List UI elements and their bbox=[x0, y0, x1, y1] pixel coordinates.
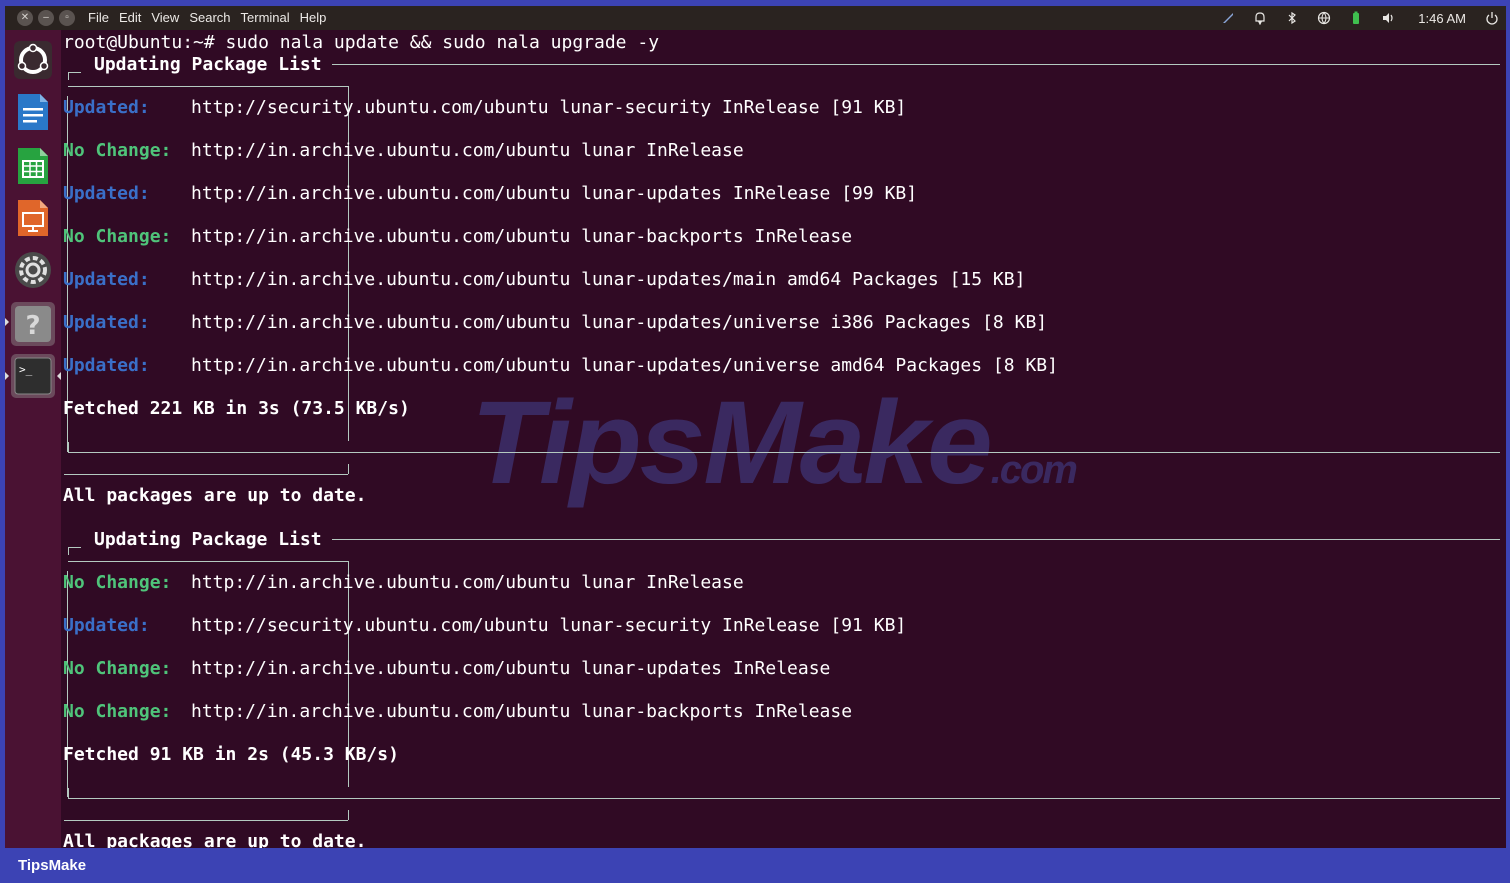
menu-bar: File Edit View Search Terminal Help bbox=[88, 10, 336, 25]
bell-icon[interactable] bbox=[1250, 10, 1270, 26]
fetched-summary: Fetched 91 KB in 2s (45.3 KB/s) bbox=[63, 744, 399, 765]
box-border bbox=[64, 820, 348, 821]
box-border bbox=[68, 86, 348, 87]
close-window-button[interactable]: ✕ bbox=[17, 10, 33, 26]
menu-view[interactable]: View bbox=[151, 10, 179, 25]
box-border bbox=[68, 72, 81, 73]
help-icon[interactable]: ? bbox=[11, 302, 55, 346]
repo-url: http://security.ubuntu.com/ubuntu lunar-… bbox=[191, 97, 907, 118]
status-label: No Change: bbox=[63, 658, 172, 679]
repo-url: http://in.archive.ubuntu.com/ubuntu luna… bbox=[191, 658, 831, 679]
power-icon[interactable] bbox=[1482, 10, 1502, 26]
box-border bbox=[68, 452, 1500, 453]
help-running-indicator bbox=[5, 318, 9, 326]
frame-right bbox=[1506, 0, 1510, 848]
status-label: Updated: bbox=[63, 355, 150, 376]
box-border bbox=[68, 798, 1500, 799]
svg-text:?: ? bbox=[25, 311, 40, 341]
system-tray: 1:46 AM bbox=[1206, 6, 1506, 30]
ubuntu-logo-icon[interactable] bbox=[11, 38, 55, 82]
repo-url: http://in.archive.ubuntu.com/ubuntu luna… bbox=[191, 572, 744, 593]
status-label: No Change: bbox=[63, 572, 172, 593]
menu-file[interactable]: File bbox=[88, 10, 109, 25]
section-title: Updating Package List bbox=[94, 529, 322, 550]
box-border bbox=[68, 72, 69, 80]
repo-url: http://in.archive.ubuntu.com/ubuntu luna… bbox=[191, 183, 918, 204]
status-label: No Change: bbox=[63, 226, 172, 247]
box-divider bbox=[348, 810, 349, 820]
box-border bbox=[68, 547, 81, 548]
box-border bbox=[332, 539, 1500, 540]
box-divider bbox=[348, 464, 349, 474]
repo-url: http://in.archive.ubuntu.com/ubuntu luna… bbox=[191, 269, 1026, 290]
repo-url: http://in.archive.ubuntu.com/ubuntu luna… bbox=[191, 312, 1048, 333]
terminal-running-indicator bbox=[5, 372, 9, 380]
section-title: Updating Package List bbox=[94, 54, 322, 75]
bluetooth-icon[interactable] bbox=[1282, 10, 1302, 26]
box-border bbox=[64, 474, 348, 475]
impress-icon[interactable] bbox=[11, 196, 55, 240]
menu-terminal[interactable]: Terminal bbox=[241, 10, 290, 25]
clock[interactable]: 1:46 AM bbox=[1418, 11, 1466, 26]
terminal-window[interactable]: TipsMake.com root@Ubuntu:~# sudo nala up… bbox=[61, 30, 1506, 848]
status-label: Updated: bbox=[63, 269, 150, 290]
minimize-window-button[interactable]: – bbox=[38, 10, 54, 26]
repo-url: http://in.archive.ubuntu.com/ubuntu luna… bbox=[191, 140, 744, 161]
volume-icon[interactable] bbox=[1378, 10, 1398, 26]
status-label: No Change: bbox=[63, 140, 172, 161]
status-label: Updated: bbox=[63, 183, 150, 204]
battery-icon[interactable] bbox=[1346, 10, 1366, 26]
fetched-summary: Fetched 221 KB in 3s (73.5 KB/s) bbox=[63, 398, 410, 419]
box-border bbox=[68, 547, 69, 555]
repo-url: http://in.archive.ubuntu.com/ubuntu luna… bbox=[191, 226, 853, 247]
status-label: No Change: bbox=[63, 701, 172, 722]
calc-icon[interactable] bbox=[11, 144, 55, 188]
menu-search[interactable]: Search bbox=[189, 10, 230, 25]
status-label: Updated: bbox=[63, 615, 150, 636]
writer-icon[interactable] bbox=[11, 90, 55, 134]
status-label: Updated: bbox=[63, 97, 150, 118]
svg-text:>_: >_ bbox=[19, 363, 33, 376]
footer-bar: TipsMake bbox=[0, 848, 1510, 883]
brush-icon[interactable] bbox=[1218, 10, 1238, 26]
watermark-logo: TipsMake.com bbox=[471, 377, 1078, 509]
up-to-date-message: All packages are up to date. bbox=[63, 831, 367, 848]
repo-url: http://in.archive.ubuntu.com/ubuntu luna… bbox=[191, 355, 1058, 376]
repo-url: http://security.ubuntu.com/ubuntu lunar-… bbox=[191, 615, 907, 636]
maximize-window-button[interactable]: ▫ bbox=[59, 10, 75, 26]
globe-icon[interactable] bbox=[1314, 10, 1334, 26]
launcher: ? >_ bbox=[5, 30, 61, 848]
up-to-date-message: All packages are up to date. bbox=[63, 485, 367, 506]
footer-brand: TipsMake bbox=[18, 857, 87, 874]
settings-icon[interactable] bbox=[11, 248, 55, 292]
status-label: Updated: bbox=[63, 312, 150, 333]
top-panel: ✕ – ▫ File Edit View Search Terminal Hel… bbox=[5, 6, 1506, 30]
repo-url: http://in.archive.ubuntu.com/ubuntu luna… bbox=[191, 701, 853, 722]
command-prompt: root@Ubuntu:~# sudo nala update && sudo … bbox=[63, 32, 660, 53]
menu-help[interactable]: Help bbox=[300, 10, 327, 25]
terminal-icon[interactable]: >_ bbox=[11, 354, 55, 398]
box-border bbox=[68, 561, 348, 562]
box-border bbox=[332, 64, 1500, 65]
menu-edit[interactable]: Edit bbox=[119, 10, 141, 25]
